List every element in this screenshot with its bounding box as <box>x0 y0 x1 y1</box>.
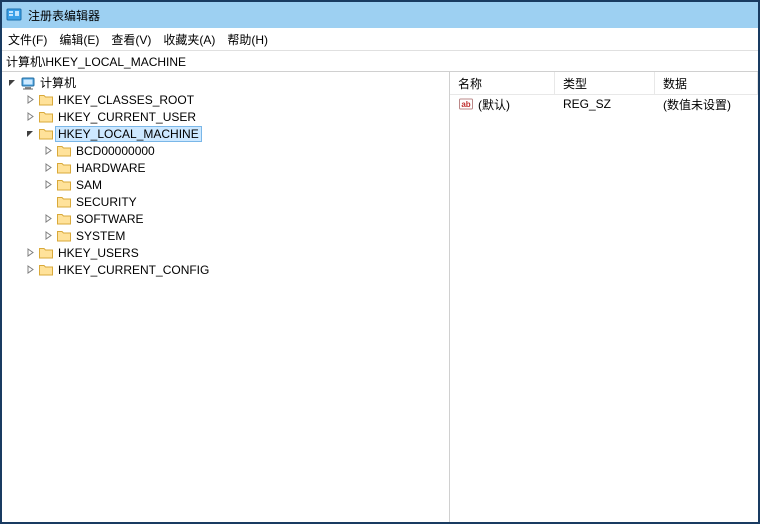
menu-file[interactable]: 文件(F) <box>8 31 47 48</box>
menu-favorites[interactable]: 收藏夹(A) <box>163 31 215 48</box>
chevron-right-icon[interactable] <box>42 179 54 191</box>
tree-item[interactable]: SECURITY <box>2 193 449 210</box>
tree-item-label: SAM <box>76 178 102 192</box>
address-path: 计算机\HKEY_LOCAL_MACHINE <box>6 53 186 70</box>
string-value-icon: ab <box>458 96 474 112</box>
window-title: 注册表编辑器 <box>28 7 100 24</box>
folder-icon <box>38 245 54 261</box>
tree-item-label: HKEY_CURRENT_CONFIG <box>58 263 209 277</box>
titlebar[interactable]: 注册表编辑器 <box>2 2 758 28</box>
tree-item-label: HARDWARE <box>76 161 146 175</box>
folder-icon <box>38 92 54 108</box>
chevron-right-icon[interactable] <box>24 111 36 123</box>
chevron-right-icon[interactable] <box>42 213 54 225</box>
tree-item-label: HKEY_USERS <box>58 246 139 260</box>
tree-item-label: 计算机 <box>40 74 76 91</box>
folder-icon <box>38 109 54 125</box>
folder-icon <box>56 143 72 159</box>
menubar: 文件(F) 编辑(E) 查看(V) 收藏夹(A) 帮助(H) <box>2 28 758 51</box>
tree-item[interactable]: HKEY_CLASSES_ROOT <box>2 91 449 108</box>
tree-item[interactable]: SOFTWARE <box>2 210 449 227</box>
menu-help[interactable]: 帮助(H) <box>227 31 268 48</box>
folder-icon <box>56 228 72 244</box>
value-row[interactable]: ab (默认) REG_SZ(数值未设置) <box>450 95 758 113</box>
tree-item-label: HKEY_LOCAL_MACHINE <box>55 126 202 142</box>
registry-editor-window: 注册表编辑器 文件(F) 编辑(E) 查看(V) 收藏夹(A) 帮助(H) 计算… <box>0 0 760 524</box>
chevron-right-icon[interactable] <box>42 162 54 174</box>
tree-item[interactable]: SAM <box>2 176 449 193</box>
tree-item[interactable]: 计算机 <box>2 74 449 91</box>
value-name: (默认) <box>478 96 510 113</box>
folder-icon <box>56 211 72 227</box>
folder-icon <box>56 160 72 176</box>
tree-item[interactable]: HKEY_CURRENT_USER <box>2 108 449 125</box>
values-pane[interactable]: 名称 类型 数据 ab (默认) REG_SZ(数值未设置) <box>450 72 758 522</box>
value-data: (数值未设置) <box>655 96 758 113</box>
folder-icon <box>38 126 54 142</box>
tree-item[interactable]: HKEY_USERS <box>2 244 449 261</box>
col-header-data[interactable]: 数据 <box>655 72 758 94</box>
content-area: 计算机 HKEY_CLASSES_ROOT HKEY_CURRENT_USER HKE… <box>2 72 758 522</box>
tree-item[interactable]: BCD00000000 <box>2 142 449 159</box>
col-header-name[interactable]: 名称 <box>450 72 555 94</box>
tree-item-label: SYSTEM <box>76 229 125 243</box>
tree-item-label: HKEY_CURRENT_USER <box>58 110 196 124</box>
tree-pane[interactable]: 计算机 HKEY_CLASSES_ROOT HKEY_CURRENT_USER HKE… <box>2 72 450 522</box>
col-header-type[interactable]: 类型 <box>555 72 655 94</box>
chevron-right-icon[interactable] <box>42 230 54 242</box>
computer-icon <box>20 75 36 91</box>
tree-item-label: SOFTWARE <box>76 212 144 226</box>
tree-item[interactable]: HARDWARE <box>2 159 449 176</box>
menu-view[interactable]: 查看(V) <box>111 31 151 48</box>
tree-item[interactable]: HKEY_LOCAL_MACHINE <box>2 125 449 142</box>
value-type: REG_SZ <box>555 97 655 111</box>
chevron-down-icon[interactable] <box>6 77 18 89</box>
chevron-right-icon[interactable] <box>24 247 36 259</box>
chevron-down-icon[interactable] <box>24 128 36 140</box>
regedit-app-icon <box>6 7 22 23</box>
chevron-right-icon[interactable] <box>24 264 36 276</box>
folder-icon <box>38 262 54 278</box>
menu-edit[interactable]: 编辑(E) <box>59 31 99 48</box>
chevron-right-icon[interactable] <box>42 145 54 157</box>
tree-item-label: BCD00000000 <box>76 144 155 158</box>
tree-item-label: SECURITY <box>76 195 137 209</box>
chevron-right-icon[interactable] <box>24 94 36 106</box>
values-body: ab (默认) REG_SZ(数值未设置) <box>450 95 758 113</box>
folder-icon <box>56 194 72 210</box>
values-header: 名称 类型 数据 <box>450 72 758 95</box>
tree-item[interactable]: SYSTEM <box>2 227 449 244</box>
tree-item[interactable]: HKEY_CURRENT_CONFIG <box>2 261 449 278</box>
folder-icon <box>56 177 72 193</box>
svg-text:ab: ab <box>461 100 470 109</box>
tree-item-label: HKEY_CLASSES_ROOT <box>58 93 194 107</box>
address-bar[interactable]: 计算机\HKEY_LOCAL_MACHINE <box>2 51 758 72</box>
